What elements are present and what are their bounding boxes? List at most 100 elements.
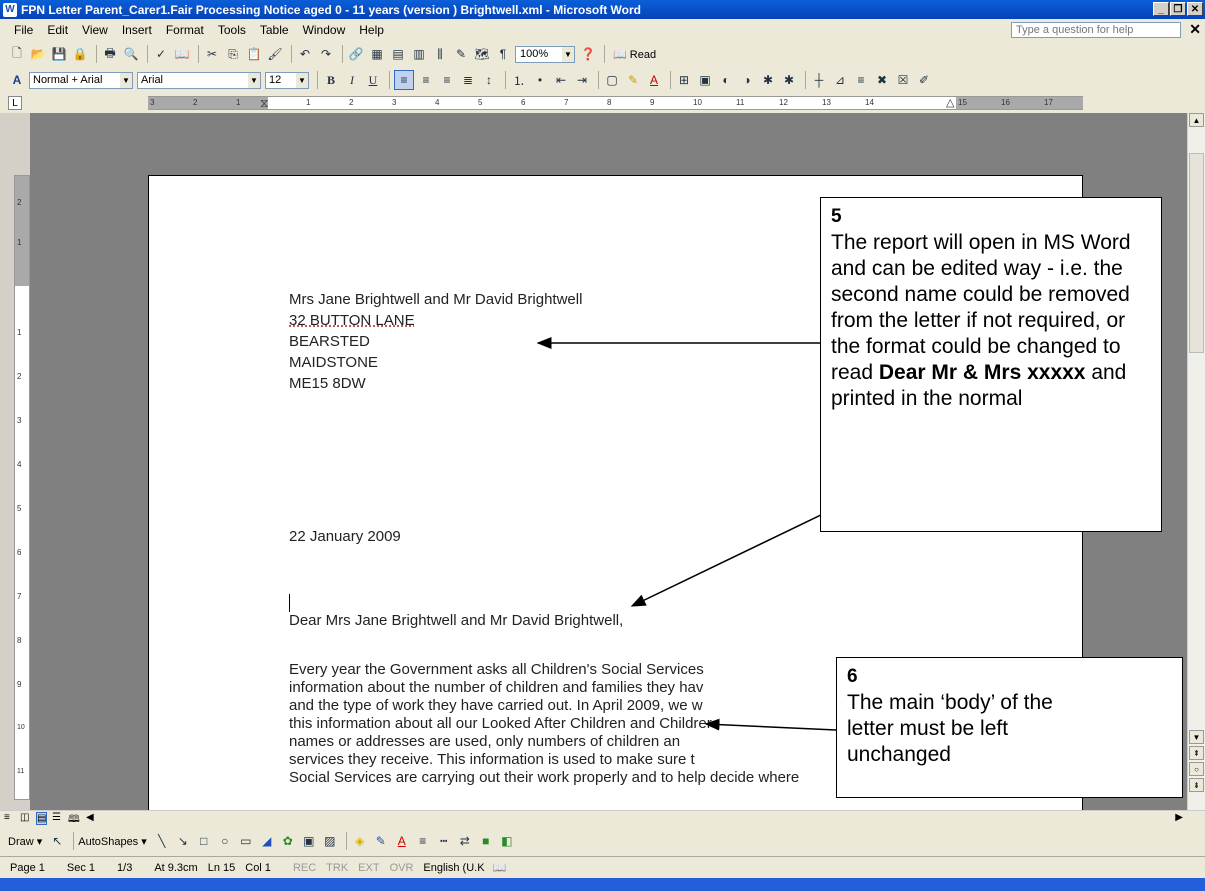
format-painter-icon[interactable]: 🖌 xyxy=(266,45,284,63)
lines-icon[interactable]: ≡ xyxy=(852,71,870,89)
save-icon[interactable]: 💾 xyxy=(50,45,68,63)
dash-style-icon[interactable]: ┅ xyxy=(435,832,453,850)
menu-insert[interactable]: Insert xyxy=(122,23,152,37)
outline-view-icon[interactable]: ☰ xyxy=(52,812,61,823)
paint-icon[interactable]: ✐ xyxy=(915,71,933,89)
font-color-icon[interactable]: A xyxy=(645,71,663,89)
horizontal-ruler[interactable]: 3 2 1 ⧖ 1 2 3 4 5 6 7 8 9 10 11 12 13 14… xyxy=(148,96,1083,110)
normal-view-icon[interactable]: ≡ xyxy=(4,812,10,823)
menu-file[interactable]: File xyxy=(14,23,33,37)
menu-window[interactable]: Window xyxy=(303,23,346,37)
diagram-icon[interactable]: ✿ xyxy=(279,832,297,850)
autoshapes-menu[interactable]: AutoShapes ▾ xyxy=(78,835,147,848)
table-insert-icon[interactable]: ┼ xyxy=(810,71,828,89)
fill-color-icon[interactable]: ◈ xyxy=(351,832,369,850)
print-layout-icon[interactable]: ▤ xyxy=(36,812,48,825)
status-language[interactable]: English (U.K xyxy=(423,862,484,874)
vertical-ruler[interactable]: 2 1 1 2 3 4 5 6 7 8 9 10 11 xyxy=(14,175,30,800)
horizontal-scrollbar[interactable]: ≡ ◫ ▤ ☰ 🕮 ◀ ▶ xyxy=(0,810,1205,826)
line-style-icon[interactable]: ≡ xyxy=(414,832,432,850)
rectangle-icon[interactable]: □ xyxy=(195,832,213,850)
print-preview-icon[interactable]: 🔍 xyxy=(122,45,140,63)
cut-icon[interactable]: ✂ xyxy=(203,45,221,63)
styles-icon[interactable]: A xyxy=(8,71,26,89)
picture-icon[interactable]: ▨ xyxy=(321,832,339,850)
underline-icon[interactable]: U xyxy=(364,71,382,89)
insert-excel-icon[interactable]: ▥ xyxy=(410,45,428,63)
clip-art-icon[interactable]: ▣ xyxy=(300,832,318,850)
maximize-button[interactable]: ❐ xyxy=(1170,2,1186,16)
menu-tools[interactable]: Tools xyxy=(218,23,246,37)
wordart-icon[interactable]: ◢ xyxy=(258,832,276,850)
bullets-icon[interactable]: • xyxy=(531,71,549,89)
undo-icon[interactable]: ↶ xyxy=(296,45,314,63)
draw-table-icon[interactable]: ⊿ xyxy=(831,71,849,89)
status-trk[interactable]: TRK xyxy=(326,862,348,874)
scroll-thumb[interactable] xyxy=(1189,153,1204,353)
help-icon[interactable]: ❓ xyxy=(579,45,597,63)
line-spacing-icon[interactable]: ↕ xyxy=(480,71,498,89)
scroll-left-icon[interactable]: ◀ xyxy=(86,812,94,823)
copy-icon[interactable]: ⎘ xyxy=(224,45,242,63)
border-icon[interactable]: ▢ xyxy=(603,71,621,89)
align-right-icon[interactable]: ≡ xyxy=(438,71,456,89)
columns-icon[interactable]: ⫼ xyxy=(431,45,449,63)
font-select[interactable]: Arial ▼ xyxy=(137,71,261,89)
drawing-icon[interactable]: ✎ xyxy=(452,45,470,63)
insert-field-icon[interactable]: ✱ xyxy=(759,71,777,89)
font-size-select[interactable]: 12 ▼ xyxy=(265,71,309,89)
last-record-icon[interactable]: ◑ xyxy=(738,71,756,89)
shadow-icon[interactable]: ■ xyxy=(477,832,495,850)
menu-edit[interactable]: Edit xyxy=(47,23,68,37)
help-search-input[interactable]: Type a question for help xyxy=(1011,22,1181,38)
line-color-icon[interactable]: ✎ xyxy=(372,832,390,850)
scroll-down-icon[interactable]: ▼ xyxy=(1189,730,1204,744)
spelling-status-icon[interactable]: 📖 xyxy=(493,861,507,874)
tables-borders-icon[interactable]: ▦ xyxy=(368,45,386,63)
status-rec[interactable]: REC xyxy=(293,862,316,874)
menu-view[interactable]: View xyxy=(82,23,108,37)
style-select[interactable]: Normal + Arial ▼ xyxy=(29,71,133,89)
font-color-draw-icon[interactable]: A xyxy=(393,832,411,850)
menu-help[interactable]: Help xyxy=(359,23,384,37)
tab-selector[interactable]: L xyxy=(8,96,22,110)
right-indent-marker-icon[interactable]: △ xyxy=(946,97,954,109)
merge-field-icon[interactable]: ▣ xyxy=(696,71,714,89)
track-changes-icon[interactable]: ✱ xyxy=(780,71,798,89)
document-close-icon[interactable]: ✕ xyxy=(1189,21,1201,38)
status-ext[interactable]: EXT xyxy=(358,862,379,874)
menu-table[interactable]: Table xyxy=(260,23,289,37)
insert-table-icon[interactable]: ▤ xyxy=(389,45,407,63)
arrow-icon[interactable]: ↘ xyxy=(174,832,192,850)
checkbox-icon[interactable]: ☒ xyxy=(894,71,912,89)
decrease-indent-icon[interactable]: ⇤ xyxy=(552,71,570,89)
oval-icon[interactable]: ○ xyxy=(216,832,234,850)
increase-indent-icon[interactable]: ⇥ xyxy=(573,71,591,89)
spelling-icon[interactable]: ✓ xyxy=(152,45,170,63)
new-document-icon[interactable]: 🗋 xyxy=(8,45,26,63)
menu-format[interactable]: Format xyxy=(166,23,204,37)
select-objects-icon[interactable]: ↖ xyxy=(48,832,66,850)
xml-icon[interactable]: ✖ xyxy=(873,71,891,89)
arrow-style-icon[interactable]: ⇄ xyxy=(456,832,474,850)
zoom-select[interactable]: 100% ▼ xyxy=(515,45,575,63)
scroll-up-icon[interactable]: ▲ xyxy=(1189,113,1204,127)
hyperlink-icon[interactable]: 🔗 xyxy=(347,45,365,63)
draw-menu[interactable]: Draw ▾ xyxy=(8,835,42,848)
read-button[interactable]: 📖 Read xyxy=(613,48,656,61)
highlight-icon[interactable]: ✎ xyxy=(624,71,642,89)
mail-merge-icon[interactable]: ⊞ xyxy=(675,71,693,89)
research-icon[interactable]: 📖 xyxy=(173,45,191,63)
line-icon[interactable]: ╲ xyxy=(153,832,171,850)
browse-object-icon[interactable]: ○ xyxy=(1189,762,1204,776)
numbering-icon[interactable]: ⒈ xyxy=(510,71,528,89)
bold-icon[interactable]: B xyxy=(322,71,340,89)
vertical-scrollbar[interactable]: ▲ ▼ ⇞ ○ ⇟ xyxy=(1187,113,1205,810)
web-layout-icon[interactable]: ◫ xyxy=(20,812,29,823)
text-box-icon[interactable]: ▭ xyxy=(237,832,255,850)
show-hide-icon[interactable]: ¶ xyxy=(494,45,512,63)
align-left-icon[interactable]: ≡ xyxy=(394,70,414,90)
first-record-icon[interactable]: ◐ xyxy=(717,71,735,89)
3d-icon[interactable]: ◧ xyxy=(498,832,516,850)
paste-icon[interactable]: 📋 xyxy=(245,45,263,63)
